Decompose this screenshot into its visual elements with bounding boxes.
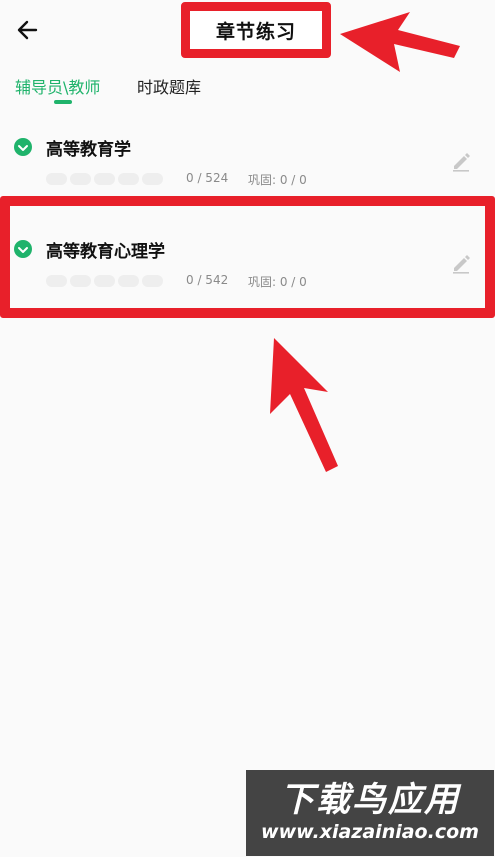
- annotation-arrow-icon: [270, 338, 338, 472]
- header-bar: 章节练习: [0, 0, 495, 60]
- page-title: 章节练习: [215, 20, 296, 43]
- item-title: 高等教育心理学: [46, 242, 165, 262]
- list-item[interactable]: 高等教育心理学 0 / 542 巩固: 0 / 0: [0, 228, 495, 310]
- pencil-icon: [453, 153, 470, 172]
- tab-bar: 辅导员\教师 时政题库: [0, 70, 495, 110]
- check-circle-icon: [14, 240, 32, 258]
- back-button[interactable]: [14, 16, 42, 44]
- review-count: 巩固: 0 / 0: [248, 173, 307, 187]
- edit-button[interactable]: [450, 252, 472, 274]
- pencil-icon: [453, 255, 470, 274]
- arrow-left-icon: [17, 20, 38, 40]
- tab-current-affairs[interactable]: 时政题库: [137, 74, 201, 98]
- active-tab-indicator: [54, 100, 72, 104]
- review-count: 巩固: 0 / 0: [248, 275, 307, 289]
- question-count: 0 / 542: [186, 273, 229, 287]
- tab-counselor-teacher[interactable]: 辅导员\教师: [15, 74, 100, 98]
- progress-bar: [46, 173, 163, 185]
- item-title: 高等教育学: [46, 140, 131, 160]
- check-circle-icon: [14, 138, 32, 156]
- page-title-highlight: 章节练习: [181, 2, 331, 58]
- list-item[interactable]: 高等教育学 0 / 524 巩固: 0 / 0: [0, 126, 495, 208]
- progress-bar: [46, 275, 163, 287]
- watermark-title: 下载鸟应用: [280, 780, 460, 820]
- edit-button[interactable]: [450, 150, 472, 172]
- question-count: 0 / 524: [186, 171, 229, 185]
- watermark-url: www.xiazainiao.com: [261, 821, 479, 843]
- watermark-logo: 下载鸟应用 www.xiazainiao.com: [246, 770, 494, 856]
